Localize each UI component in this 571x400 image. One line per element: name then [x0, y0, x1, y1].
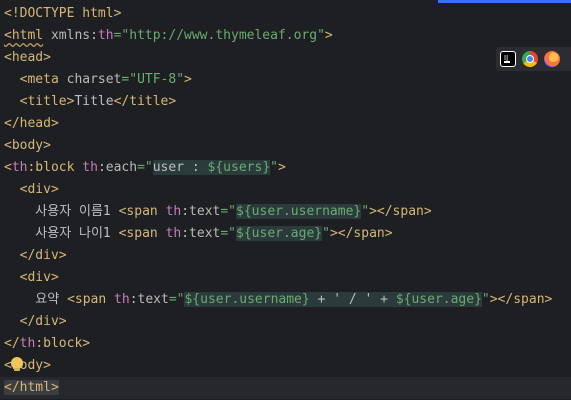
- code-token: <title>: [19, 94, 75, 109]
- code-token: <head>: [4, 50, 51, 65]
- code-line[interactable]: <th:block th:each="user : ${users}">: [0, 157, 571, 179]
- code-token: ="http://www.thymeleaf.org": [113, 28, 325, 43]
- code-line[interactable]: </th:block>: [0, 333, 571, 355]
- code-token: </div>: [19, 248, 67, 263]
- code-token: <meta: [19, 72, 67, 87]
- code-token: :block: [27, 160, 83, 175]
- intellij-icon[interactable]: IJ: [500, 51, 516, 67]
- code-token: charset: [66, 72, 122, 87]
- code-token: th: [97, 28, 114, 43]
- code-token: ${user.username}: [236, 204, 362, 219]
- code-token: user :: [152, 160, 208, 175]
- code-token: th: [114, 292, 130, 307]
- code-token: </div>: [19, 314, 67, 329]
- code-token: ="UTF-8": [121, 72, 185, 87]
- code-line[interactable]: <html xmlns:th="http://www.thymeleaf.org…: [0, 25, 571, 47]
- code-line[interactable]: </head>: [0, 113, 571, 135]
- code-line[interactable]: 요약 <span th:text="${user.username} + ' /…: [0, 289, 571, 311]
- code-token: 사용자 이름1: [4, 204, 119, 219]
- code-token: 사용자 나이1: [4, 226, 119, 241]
- code-token: th: [165, 204, 182, 219]
- code-token: ${user.age}: [395, 292, 482, 307]
- code-token: :text: [181, 226, 221, 241]
- code-line[interactable]: <meta charset="UTF-8">: [0, 69, 571, 91]
- code-token: th: [11, 160, 28, 175]
- code-line[interactable]: <div>: [0, 267, 571, 289]
- code-token: ></span>: [329, 226, 393, 241]
- browser-icons-toolbar: IJ: [496, 47, 571, 71]
- code-line[interactable]: 사용자 나이1 <span th:text="${user.age}"></sp…: [0, 223, 571, 245]
- code-token: th: [165, 226, 182, 241]
- code-token: ": [270, 160, 278, 175]
- code-token: ": [481, 292, 490, 307]
- code-token: </: [4, 336, 20, 351]
- code-token: xmlns:: [50, 28, 98, 43]
- code-token: ": [322, 226, 330, 241]
- code-token: ${user.username}: [184, 292, 310, 307]
- code-token: <body>: [4, 138, 51, 153]
- code-token: ": [361, 204, 370, 219]
- code-token: <html: [4, 28, 44, 43]
- code-line[interactable]: <div>: [0, 179, 571, 201]
- code-token: </title>: [113, 94, 177, 109]
- code-line[interactable]: </div>: [0, 245, 571, 267]
- code-line[interactable]: <body>: [0, 355, 571, 377]
- code-token: <: [4, 160, 12, 175]
- code-token: <span: [67, 292, 115, 307]
- code-token: :each: [97, 160, 138, 175]
- code-line[interactable]: <!DOCTYPE html>: [0, 3, 571, 25]
- code-token: >: [184, 72, 192, 87]
- chrome-icon[interactable]: [522, 51, 538, 67]
- code-token: ></span>: [489, 292, 553, 307]
- code-line[interactable]: <head>: [0, 47, 571, 69]
- code-token: =": [168, 292, 185, 307]
- code-line[interactable]: <title>Title</title>: [0, 91, 571, 113]
- code-line[interactable]: 사용자 이름1 <span th:text="${user.username}"…: [0, 201, 571, 223]
- code-token: <div>: [19, 182, 59, 197]
- code-token: th: [19, 336, 36, 351]
- code-token: </head>: [4, 116, 59, 131]
- code-token: ${user.age}: [236, 226, 323, 241]
- code-line[interactable]: </html>: [0, 377, 571, 399]
- code-token: ${users}: [207, 160, 271, 175]
- code-line[interactable]: <body>: [0, 135, 571, 157]
- code-token: =": [220, 226, 237, 241]
- code-token: =": [220, 204, 237, 219]
- code-token: Title: [74, 94, 114, 109]
- code-token: <div>: [19, 270, 59, 285]
- code-token: <span: [118, 204, 166, 219]
- code-line[interactable]: </div>: [0, 311, 571, 333]
- code-token: 요약: [4, 292, 68, 307]
- code-token: :block>: [35, 336, 91, 351]
- code-token: =": [137, 160, 153, 175]
- code-token: </html>: [4, 380, 59, 395]
- code-token: <span: [118, 226, 166, 241]
- code-token: th: [82, 160, 98, 175]
- code-editor[interactable]: <!DOCTYPE html> <html xmlns:th="http://ww…: [0, 0, 571, 400]
- lightbulb-icon[interactable]: [11, 357, 23, 371]
- code-token: >: [324, 28, 333, 43]
- code-token: :text: [181, 204, 221, 219]
- firefox-icon[interactable]: [544, 51, 560, 67]
- code-token: >: [277, 160, 286, 175]
- code-token: + ' / ' +: [309, 292, 396, 307]
- code-token: :text: [129, 292, 169, 307]
- code-token: ></span>: [369, 204, 432, 219]
- code-token: <!DOCTYPE html>: [4, 6, 122, 21]
